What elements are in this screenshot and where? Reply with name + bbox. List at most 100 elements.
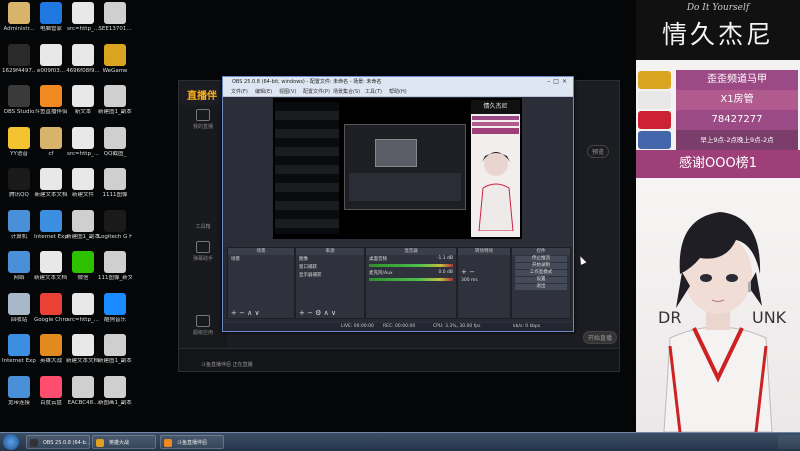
- taskbar-item[interactable]: OBS 25.0.8 (64-b...: [26, 435, 90, 449]
- desktop-icon[interactable]: cf: [34, 126, 68, 158]
- obs-titlebar[interactable]: OBS 25.0.8 (64-bit, windows) - 配置文件: 未命名…: [223, 77, 573, 87]
- stop-stream-button[interactable]: 停止推流: [515, 256, 567, 262]
- source-item[interactable]: 显示器捕获: [296, 271, 364, 279]
- obs-window[interactable]: OBS 25.0.8 (64-bit, windows) - 配置文件: 未命名…: [222, 76, 574, 332]
- desktop-icon-label: 宽带连接: [7, 399, 30, 406]
- taskbar-item-label: 斗鱼直播伴侣: [177, 440, 208, 446]
- studio-mode-button[interactable]: 工作室模式: [515, 270, 567, 276]
- desktop-icon[interactable]: WeGame: [98, 43, 132, 75]
- desktop-app-icon: [104, 168, 126, 190]
- rank-text: 78427277: [676, 110, 798, 130]
- desktop-app-icon: [40, 334, 62, 356]
- desktop-icon[interactable]: 酷狗音乐: [98, 292, 132, 324]
- rank-row: 歪歪频道马甲: [636, 70, 800, 90]
- window-controls[interactable]: –□×: [547, 77, 570, 87]
- app-sidebar: 我的直播 工具箱 弹幕助手 超级应用: [179, 105, 227, 371]
- menu-scene-collection[interactable]: 场景集合(S): [333, 88, 360, 95]
- transition-add-remove[interactable]: + −: [458, 267, 510, 277]
- desktop-icon[interactable]: 宽带连接: [2, 375, 36, 407]
- sidebar-item-toolbox[interactable]: 工具箱: [183, 223, 223, 230]
- desktop-app-icon: [72, 168, 94, 190]
- obs-preview[interactable]: 情久杰尼: [273, 98, 522, 239]
- taskbar-item-label: 英雄大战: [109, 440, 130, 446]
- desktop-icon[interactable]: 电脑管家: [34, 2, 68, 33]
- desktop-icon-label: Internet Explorer: [2, 358, 36, 364]
- desktop-icon[interactable]: 百度云盘: [34, 375, 68, 407]
- desktop-icon[interactable]: 1111图像: [98, 168, 132, 199]
- menu-view[interactable]: 视图(V): [279, 88, 296, 95]
- desktop-icon[interactable]: 1629f4497...: [2, 43, 36, 75]
- exit-button[interactable]: 退出: [515, 284, 567, 290]
- desktop-icon[interactable]: 新建文本文档 (3): [66, 334, 100, 365]
- scene-controls[interactable]: + − ∧ ∨: [228, 308, 263, 318]
- sidebar-item-apps[interactable]: 超级应用: [183, 315, 223, 336]
- menu-help[interactable]: 帮助(H): [389, 88, 407, 95]
- desktop-app-icon: [8, 168, 30, 190]
- streamer-avatar: DR UNK: [636, 178, 800, 432]
- desktop-icon[interactable]: 新建图1_副本: [66, 209, 100, 241]
- desktop-icon[interactable]: 腾讯QQ: [2, 168, 36, 199]
- desktop-icon-label: e009f03...: [36, 67, 66, 74]
- scene-item[interactable]: 场景: [228, 255, 294, 263]
- desktop-icon[interactable]: e009f03...: [34, 43, 68, 75]
- stream-overlay-panel: Do It Yourself 情久杰尼 歪歪频道马甲 X1房管 78427277 早上…: [636, 0, 800, 432]
- start-button[interactable]: [3, 434, 19, 450]
- start-live-button[interactable]: 开始直播: [583, 331, 618, 344]
- desktop-icon[interactable]: QQ截图_: [98, 126, 132, 158]
- menu-edit[interactable]: 编辑(E): [255, 88, 272, 95]
- source-controls[interactable]: + − ⚙ ∧ ∨: [296, 308, 339, 318]
- desktop-icon[interactable]: OBS Studio: [2, 85, 36, 116]
- sidebar-item-my-live[interactable]: 我的直播: [183, 109, 223, 130]
- system-tray[interactable]: [778, 435, 800, 449]
- taskbar-item[interactable]: 英雄大战: [92, 435, 156, 449]
- desktop-app-icon: [8, 251, 30, 273]
- desktop-icon-label: QQ截图_: [103, 150, 127, 157]
- rank-badge-icon: [638, 71, 671, 89]
- menu-file[interactable]: 文件(F): [231, 88, 248, 95]
- desktop-icon[interactable]: 斗鱼直播伴侣: [34, 85, 68, 116]
- desktop-app-icon: [72, 85, 94, 107]
- desktop-icon[interactable]: 111图像_新文本2222_...: [98, 251, 132, 282]
- desktop-icon-label: 新建文本文档 (3): [66, 358, 100, 364]
- desktop-icon[interactable]: SEE13701...: [98, 2, 132, 33]
- desktop-icon[interactable]: 新图画1_副本_副本_副本: [98, 375, 132, 407]
- menu-tools[interactable]: 工具(T): [365, 88, 382, 95]
- desktop-icon[interactable]: Logitech G HUB: [98, 209, 132, 241]
- desktop-icon[interactable]: 新建文件: [66, 168, 100, 199]
- start-record-button[interactable]: 开始录制: [515, 263, 567, 269]
- desktop-icon[interactable]: 新建文本文档: [34, 168, 68, 199]
- desktop-icon[interactable]: src=http_...: [66, 292, 100, 324]
- desktop-icon[interactable]: src=http_...: [66, 2, 100, 33]
- taskbar-item[interactable]: 斗鱼直播伴侣: [160, 435, 224, 449]
- desktop-icon[interactable]: Administr...: [2, 2, 36, 33]
- sidebar-item-danmu[interactable]: 弹幕助手: [183, 241, 223, 262]
- settings-button[interactable]: 设置: [515, 277, 567, 283]
- rank-text: X1房管: [676, 90, 798, 110]
- source-item[interactable]: 窗口捕获: [296, 263, 364, 271]
- desktop-icon[interactable]: src=http_...: [66, 126, 100, 158]
- obs-title-text: OBS 25.0.8 (64-bit, windows) - 配置文件: 未命名…: [232, 79, 382, 85]
- desktop-icon[interactable]: 计算机: [2, 209, 36, 241]
- desktop-icon[interactable]: 新建图1_副本_副本: [98, 334, 132, 365]
- live-time: LIVE: 00:00:00: [341, 324, 374, 329]
- desktop-icon-label: 回收站: [10, 316, 28, 323]
- transition-duration[interactable]: 300 ms: [458, 277, 510, 284]
- preview-button[interactable]: 预览: [587, 145, 610, 158]
- desktop-icon[interactable]: 4696f08f9...: [66, 43, 100, 75]
- desktop-icon[interactable]: Internet Explorer: [2, 334, 36, 365]
- desktop-icon[interactable]: 新建图1_副本 3333_副本: [98, 85, 132, 116]
- menu-profile[interactable]: 配置文件(P): [303, 88, 330, 95]
- desktop-app-icon: [8, 334, 30, 356]
- desktop-icon[interactable]: Internet Explorer: [34, 209, 68, 241]
- desktop-icon[interactable]: 英雄大战: [34, 334, 68, 365]
- desktop-icon[interactable]: 微信: [66, 251, 100, 282]
- desktop-icon[interactable]: YY语音: [2, 126, 36, 158]
- source-item[interactable]: 图像: [296, 255, 364, 263]
- desktop-icon-label: 4696f08f9...: [66, 67, 100, 74]
- desktop-icon[interactable]: 回收站: [2, 292, 36, 324]
- desktop-icon[interactable]: EACBC48...: [66, 375, 100, 407]
- desktop-icon[interactable]: 网络: [2, 251, 36, 282]
- desktop-icon[interactable]: Google Chrome: [34, 292, 68, 324]
- desktop-icon[interactable]: 新文本: [66, 85, 100, 116]
- desktop-icon[interactable]: 新建文本文档 (2): [34, 251, 68, 282]
